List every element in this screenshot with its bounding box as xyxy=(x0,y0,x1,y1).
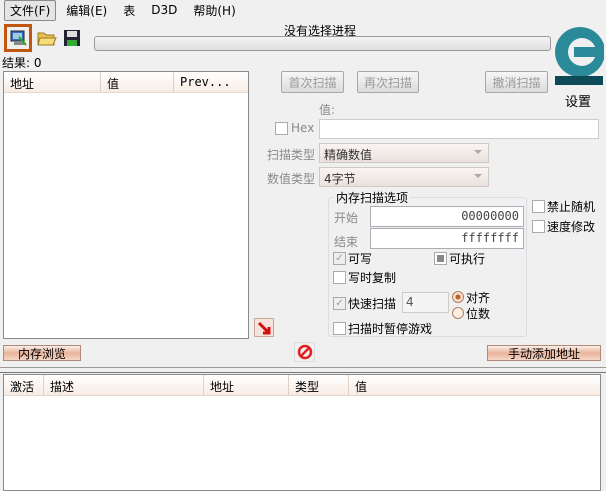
value-label: 值: xyxy=(319,103,336,117)
address-list[interactable]: 激活 描述 地址 类型 值 xyxy=(3,374,601,491)
results-list[interactable]: 地址 值 Prev... xyxy=(3,71,249,339)
value-type-select[interactable]: 4字节 xyxy=(319,167,489,187)
writable-checkbox[interactable]: ✓ xyxy=(333,252,346,265)
menu-file[interactable]: 文件(F) xyxy=(4,0,57,21)
column-value[interactable]: 值 xyxy=(101,72,174,92)
clear-list-button[interactable] xyxy=(294,342,315,362)
add-to-list-button[interactable] xyxy=(254,318,274,337)
align-label: 对齐 xyxy=(466,291,491,305)
pause-game-checkbox[interactable] xyxy=(333,322,346,335)
chevron-down-icon xyxy=(474,150,482,154)
scan-type-value: 精确数值 xyxy=(324,148,373,162)
scan-progress-bar xyxy=(94,36,551,51)
column-address[interactable]: 地址 xyxy=(204,375,289,395)
memory-scan-options-title: 内存扫描选项 xyxy=(334,189,411,206)
fast-scan-input[interactable]: 4 xyxy=(402,292,449,313)
chevron-down-icon xyxy=(474,174,482,178)
align-radio[interactable] xyxy=(452,291,464,303)
memory-view-button[interactable]: 内存浏览 xyxy=(3,345,81,361)
disable-random-label: 禁止随机 xyxy=(547,200,596,214)
stop-icon xyxy=(297,344,312,360)
start-address-input[interactable]: 00000000 xyxy=(370,206,524,227)
fast-scan-label: 快速扫描 xyxy=(348,297,397,311)
last-digits-label: 位数 xyxy=(466,307,491,321)
value-type-label: 数值类型 xyxy=(267,172,316,186)
column-previous[interactable]: Prev... xyxy=(174,72,248,92)
writable-label: 可写 xyxy=(348,252,373,266)
results-count: 结果: 0 xyxy=(2,56,42,70)
end-address-input[interactable]: ffffffff xyxy=(370,228,524,249)
scan-type-label: 扫描类型 xyxy=(267,148,316,162)
disable-random-checkbox[interactable] xyxy=(532,200,545,213)
first-scan-button[interactable]: 首次扫描 xyxy=(281,71,344,93)
scan-type-select[interactable]: 精确数值 xyxy=(319,143,489,163)
next-scan-button[interactable]: 再次扫描 xyxy=(357,71,419,93)
menu-d3d[interactable]: D3D xyxy=(145,1,183,19)
start-label: 开始 xyxy=(334,211,359,225)
column-description[interactable]: 描述 xyxy=(44,375,204,395)
column-type[interactable]: 类型 xyxy=(289,375,349,395)
executable-checkbox[interactable] xyxy=(434,252,447,265)
logo-icon xyxy=(555,27,605,85)
pause-game-label: 扫描时暂停游戏 xyxy=(348,322,433,336)
hex-label: Hex xyxy=(291,121,315,135)
hex-checkbox[interactable] xyxy=(275,122,288,135)
menu-help[interactable]: 帮助(H) xyxy=(187,0,241,21)
undo-scan-button[interactable]: 撤消扫描 xyxy=(485,71,548,93)
copy-on-write-checkbox[interactable] xyxy=(333,271,346,284)
add-address-manually-button[interactable]: 手动添加地址 xyxy=(487,345,601,361)
value-input[interactable] xyxy=(319,119,599,139)
speedhack-label: 速度修改 xyxy=(547,220,596,234)
executable-label: 可执行 xyxy=(449,252,486,266)
last-digits-radio[interactable] xyxy=(452,307,464,319)
fast-scan-checkbox[interactable]: ✓ xyxy=(333,297,346,310)
menu-table[interactable]: 表 xyxy=(117,0,141,21)
column-active[interactable]: 激活 xyxy=(4,375,44,395)
copy-on-write-label: 写时复制 xyxy=(348,271,397,285)
speedhack-checkbox[interactable] xyxy=(532,220,545,233)
menu-bar: 文件(F) 编辑(E) 表 D3D 帮助(H) xyxy=(0,0,606,21)
column-address[interactable]: 地址 xyxy=(4,72,101,92)
cheat-engine-logo[interactable] xyxy=(552,18,605,90)
settings-label[interactable]: 设置 xyxy=(565,91,591,110)
end-label: 结束 xyxy=(334,235,359,249)
menu-edit[interactable]: 编辑(E) xyxy=(60,0,113,21)
column-value[interactable]: 值 xyxy=(349,375,600,395)
value-type-value: 4字节 xyxy=(324,172,356,186)
splitter[interactable] xyxy=(0,367,606,373)
red-arrow-icon xyxy=(257,321,271,334)
